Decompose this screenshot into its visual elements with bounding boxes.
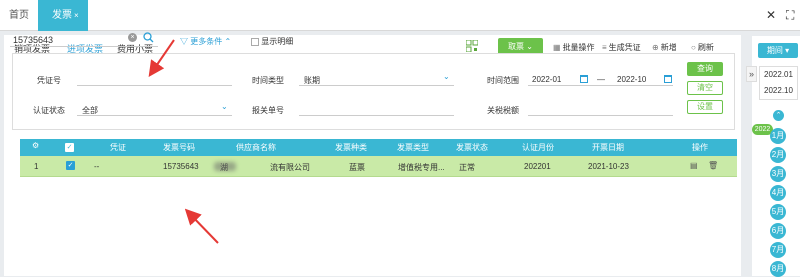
customs-no-input[interactable] [299, 115, 454, 116]
tab-invoice-label: 发票 [52, 10, 72, 21]
period-option[interactable]: 2022.01 [760, 67, 797, 83]
col-operation: 操作 [692, 143, 708, 152]
month-8[interactable]: 8月 [770, 261, 786, 277]
voucher-no-label: 凭证号 [37, 76, 61, 85]
row-status: 正常 [459, 163, 475, 172]
row-issue-date: 2021-10-23 [588, 162, 629, 171]
row-voucher: -- [94, 162, 100, 171]
filter-panel: 凭证号 时间类型 账期 ⌄ 时间范围 2022-01 — 2022-10 查询 … [12, 53, 735, 130]
month-2[interactable]: 2月 [770, 147, 786, 163]
month-4[interactable]: 4月 [770, 185, 786, 201]
expand-icon[interactable]: » [746, 66, 757, 82]
time-type-label: 时间类型 [252, 76, 284, 85]
row-invoice-no: 15735643 [163, 162, 199, 171]
chevron-down-icon[interactable]: ⌄ [221, 102, 228, 111]
tab-home[interactable]: 首页 [0, 0, 38, 31]
time-range-underline [528, 85, 673, 86]
settings-button[interactable]: 设置 [687, 100, 723, 114]
refresh-icon: ○ [691, 43, 696, 52]
auth-status-label: 认证状态 [33, 106, 65, 115]
auth-status-underline [77, 115, 232, 116]
filter-icon: ▽ [180, 37, 188, 46]
col-auth-month[interactable]: 认证月份 [522, 142, 554, 153]
table-header: ⚙ ✓ 凭证 发票号码 供应商名称 发票种类 发票类型 发票状态 认证月份 开票… [20, 139, 737, 156]
chevron-up-icon: ⌃ [224, 37, 232, 46]
refresh-label: 刷新 [697, 43, 714, 52]
voucher-label: 生成凭证 [608, 43, 641, 52]
search-icon[interactable] [143, 32, 154, 46]
col-invoice-no[interactable]: 发票号码 [163, 142, 195, 153]
time-from-input[interactable]: 2022-01 [532, 75, 561, 84]
caret-down-icon: ▾ [785, 46, 790, 55]
more-conditions-label: 更多条件 [190, 37, 223, 46]
delete-icon[interactable]: 🗑 [708, 161, 718, 170]
chevron-down-icon: ⌄ [526, 42, 533, 51]
select-all-checkbox[interactable]: ✓ [65, 143, 74, 152]
col-invoice-kind[interactable]: 发票种类 [335, 142, 367, 153]
tab-close-icon[interactable]: × [74, 11, 79, 20]
month-1[interactable]: 1月 [770, 128, 786, 144]
chevron-down-icon[interactable]: ⌄ [443, 72, 450, 81]
row-auth-month: 202201 [524, 162, 551, 171]
view-icon[interactable]: ▤ [690, 161, 698, 170]
time-to-input[interactable]: 2022-10 [617, 75, 646, 84]
tab-invoice[interactable]: 发票 × [38, 0, 88, 31]
voucher-no-input[interactable] [77, 85, 232, 86]
search-input[interactable]: 15735643 [13, 35, 53, 45]
checkbox-icon [251, 37, 259, 46]
month-5[interactable]: 5月 [770, 204, 786, 220]
redacted-text [214, 162, 236, 171]
time-range-label: 时间范围 [487, 76, 519, 85]
refresh-button[interactable]: ○ 刷新 [691, 42, 714, 53]
time-type-underline [299, 85, 454, 86]
top-tab-bar: 首页 发票 × ✕ ⛶ [0, 0, 800, 31]
add-button[interactable]: ⊕ 新增 [652, 42, 677, 53]
generate-voucher-button[interactable]: ≡ 生成凭证 [602, 42, 641, 53]
row-checkbox[interactable]: ✓ [66, 161, 75, 170]
clear-button[interactable]: 清空 [687, 81, 723, 95]
scroll-up-icon[interactable]: ⌃ [773, 110, 784, 121]
period-option[interactable]: 2022.10 [760, 83, 797, 99]
show-detail-label: 显示明细 [261, 37, 294, 46]
period-button[interactable]: 期间 ▾ [758, 43, 798, 58]
voucher-icon: ≡ [602, 43, 607, 52]
batch-operation-button[interactable]: ▦ 批量操作 [553, 42, 595, 53]
col-invoice-status[interactable]: 发票状态 [456, 142, 488, 153]
batch-label: 批量操作 [562, 43, 595, 52]
month-7[interactable]: 7月 [770, 242, 786, 258]
col-issue-date[interactable]: 开票日期 [592, 142, 624, 153]
col-invoice-type[interactable]: 发票类型 [397, 142, 429, 153]
show-detail-checkbox[interactable]: 显示明细 [251, 36, 293, 47]
customs-tax-input[interactable] [528, 115, 673, 116]
period-label: 期间 [766, 46, 783, 55]
grid-icon: ▦ [553, 43, 561, 52]
calendar-icon[interactable] [580, 75, 588, 83]
calendar-icon[interactable] [664, 75, 672, 83]
fullscreen-icon[interactable]: ⛶ [786, 8, 794, 23]
row-index: 1 [34, 162, 39, 171]
time-range-dash: — [597, 75, 605, 84]
row-supplier-suffix: 流有限公司 [270, 163, 310, 172]
more-conditions-link[interactable]: ▽ 更多条件 ⌃ [180, 36, 231, 47]
row-kind: 蓝票 [349, 163, 365, 172]
month-3[interactable]: 3月 [770, 166, 786, 182]
period-list: 2022.01 2022.10 [759, 66, 798, 100]
customs-tax-label: 关税税额 [487, 106, 519, 115]
window-close-icon[interactable]: ✕ [766, 8, 776, 22]
clear-icon[interactable]: × [128, 33, 137, 42]
col-supplier[interactable]: 供应商名称 [236, 142, 276, 153]
row-type: 增值税专用... [398, 163, 445, 172]
add-label: 新增 [660, 43, 677, 52]
customs-no-label: 报关单号 [252, 106, 284, 115]
search-underline [10, 46, 158, 47]
table-row[interactable]: 1 ✓ -- 15735643 湖 流有限公司 蓝票 增值税专用... 正常 2… [20, 156, 737, 177]
month-6[interactable]: 6月 [770, 223, 786, 239]
get-invoice-label: 取票 [508, 42, 525, 51]
col-voucher[interactable]: 凭证 [110, 142, 126, 153]
plus-circle-icon: ⊕ [652, 43, 659, 52]
qr-grid-icon[interactable] [465, 39, 479, 53]
settings-gear-icon[interactable]: ⚙ [32, 141, 39, 150]
query-button[interactable]: 查询 [687, 62, 723, 76]
